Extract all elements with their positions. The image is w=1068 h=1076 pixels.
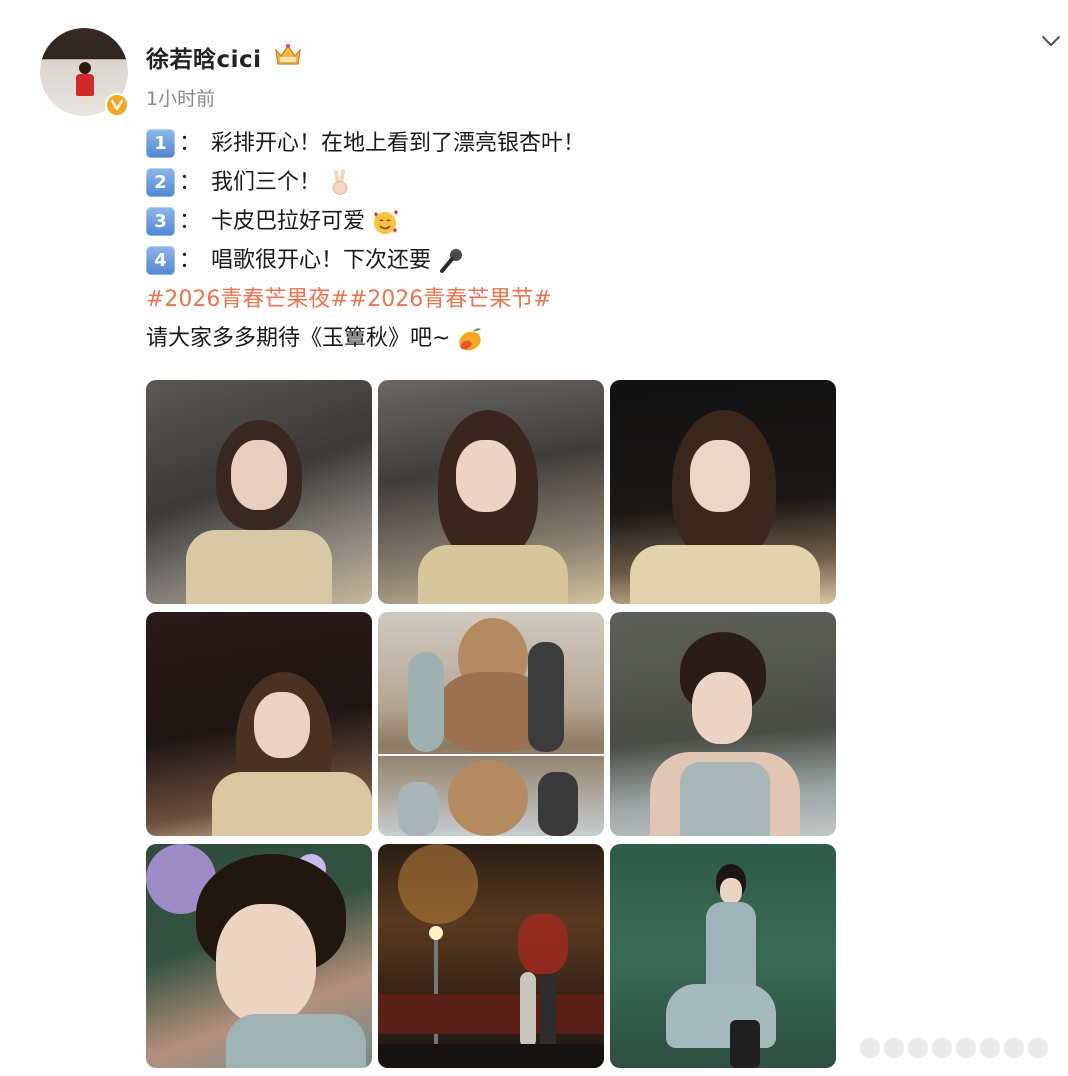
smiling-face-with-hearts-emoji xyxy=(374,209,399,234)
grid-image[interactable] xyxy=(610,844,836,1068)
keycap-four-icon: 4 xyxy=(146,246,175,275)
mango-emoji xyxy=(459,327,482,350)
grid-image[interactable] xyxy=(146,612,372,836)
verified-badge-icon xyxy=(105,93,129,117)
post-line-text: 请大家多多期待《玉簟秋》吧~ xyxy=(146,326,451,351)
avatar-figure xyxy=(76,62,94,104)
microphone-emoji xyxy=(440,248,463,273)
vip-crown-icon[interactable] xyxy=(272,40,304,68)
grid-image[interactable] xyxy=(146,844,372,1068)
post-line-text: 卡皮巴拉好可爱 xyxy=(211,209,366,234)
chevron-down-icon[interactable] xyxy=(1040,30,1062,52)
grid-image[interactable] xyxy=(378,380,604,604)
grid-image[interactable] xyxy=(378,612,604,836)
grid-image[interactable] xyxy=(378,844,604,1068)
post-timestamp: 1小时前 xyxy=(146,88,216,110)
post-line-text: 彩排开心！在地上看到了漂亮银杏叶！ xyxy=(211,131,586,156)
image-grid xyxy=(146,380,836,1068)
victory-hand-emoji xyxy=(332,168,348,195)
post-line-2: 2 ： 我们三个！ xyxy=(146,163,1026,202)
hashtag-links[interactable]: #2026青春芒果夜##2026青春芒果节# xyxy=(146,280,552,319)
post-line-closing: 请大家多多期待《玉簟秋》吧~ xyxy=(146,319,1026,358)
grid-image[interactable] xyxy=(610,612,836,836)
username[interactable]: 徐若晗cici xyxy=(146,40,262,74)
post-line-4: 4 ： 唱歌很开心！下次还要 xyxy=(146,241,1026,280)
post-line-3: 3 ： 卡皮巴拉好可爱 xyxy=(146,202,1026,241)
keycap-three-icon: 3 xyxy=(146,207,175,236)
watermark xyxy=(860,1038,1048,1058)
grid-image[interactable] xyxy=(146,380,372,604)
post-line-text: 唱歌很开心！下次还要 xyxy=(211,248,432,273)
keycap-one-icon: 1 xyxy=(146,129,175,158)
grid-image[interactable] xyxy=(610,380,836,604)
keycap-two-icon: 2 xyxy=(146,168,175,197)
post-text: 1 ： 彩排开心！在地上看到了漂亮银杏叶！ 2 ： 我们三个！ 3 ： 卡皮巴拉… xyxy=(146,124,1026,358)
weibo-post-card: 徐若晗cici 1小时前 1 ： 彩排开心！在地上看到了漂亮银杏叶！ 2 ： 我… xyxy=(0,0,1068,1076)
post-line-1: 1 ： 彩排开心！在地上看到了漂亮银杏叶！ xyxy=(146,124,1026,163)
hashtag-line: #2026青春芒果夜##2026青春芒果节# xyxy=(146,280,1026,319)
post-line-text: 我们三个！ xyxy=(211,170,322,195)
